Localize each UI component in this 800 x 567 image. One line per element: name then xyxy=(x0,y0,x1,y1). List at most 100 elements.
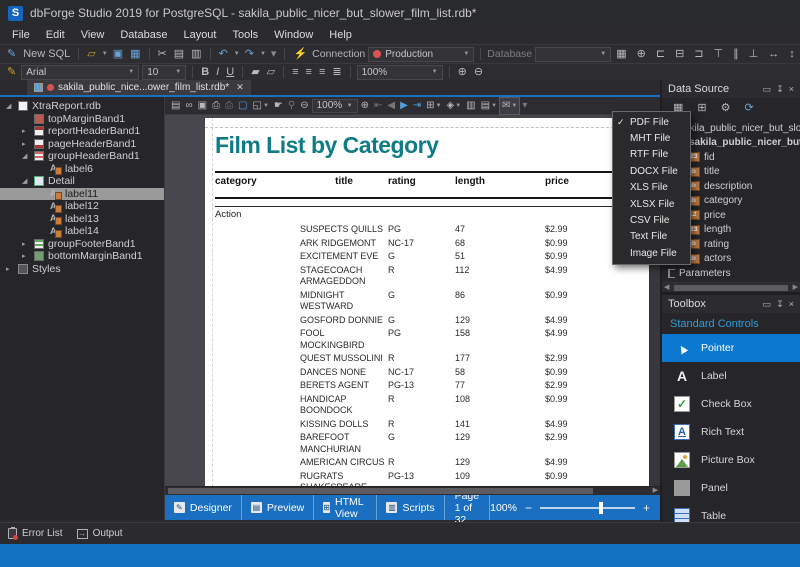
zoom-in-icon[interactable]: ⊕ xyxy=(456,65,469,80)
pin-icon[interactable]: ↧ xyxy=(776,84,784,95)
zoom-in-icon[interactable]: ⊕▼ xyxy=(359,98,371,114)
menu-item[interactable]: Tools xyxy=(224,28,266,42)
new-connection-icon[interactable]: ⚡ xyxy=(291,47,309,62)
previous-page-icon[interactable]: ◀▼ xyxy=(385,98,397,114)
view-tab[interactable]: ▥ Scripts xyxy=(377,495,444,520)
align-rights-icon[interactable]: ⊐ xyxy=(692,47,705,62)
tree-item[interactable]: label14 xyxy=(0,225,164,238)
save-icon[interactable]: ▣ xyxy=(111,47,125,62)
export-menu-item[interactable]: Text File xyxy=(613,229,690,245)
export-menu-item[interactable]: XLSX File xyxy=(613,196,690,212)
database-select[interactable]: ▼ xyxy=(535,47,611,62)
zoom-slider-thumb[interactable] xyxy=(599,502,603,514)
toolbox-item[interactable]: Check Box xyxy=(662,390,800,418)
toolbox-section-header[interactable]: Standard Controls xyxy=(662,313,800,334)
expand-icon[interactable] xyxy=(22,127,30,135)
menu-item[interactable]: Help xyxy=(321,28,360,42)
justify-text-icon[interactable]: ≣ xyxy=(330,65,343,80)
scrollbar-thumb[interactable] xyxy=(674,285,788,291)
underline-button[interactable]: U xyxy=(224,65,236,80)
tree-item[interactable]: topMarginBand1 xyxy=(0,113,164,126)
zoom-out-icon[interactable]: ⊖▼ xyxy=(298,98,310,114)
export-menu-item[interactable]: PDF File xyxy=(613,114,690,130)
undo-icon[interactable]: ↶ xyxy=(217,47,230,62)
menu-item[interactable]: File xyxy=(4,28,38,42)
send-email-icon[interactable]: ✉▼ xyxy=(500,98,519,114)
bold-button[interactable]: B xyxy=(199,65,211,80)
export-menu-item[interactable]: CSV File xyxy=(613,212,690,228)
tree-item[interactable]: bottomMarginBand1 xyxy=(0,250,164,263)
error-list-button[interactable]: Error List xyxy=(8,528,63,539)
open-file-icon[interactable]: ▱ xyxy=(85,47,97,62)
scroll-right-icon[interactable]: ▶ xyxy=(653,487,658,495)
parameters-node[interactable]: Parameters xyxy=(662,266,800,281)
hand-tool-icon[interactable]: ☛▼ xyxy=(272,98,285,114)
close-panel-icon[interactable]: × xyxy=(789,84,794,95)
style-icon[interactable]: ✎ xyxy=(5,65,18,80)
make-same-width-icon[interactable]: ↔ xyxy=(766,47,781,62)
zoom-in-button[interactable]: + xyxy=(643,501,650,515)
last-page-icon[interactable]: ⇥▼ xyxy=(411,98,423,114)
expand-icon[interactable] xyxy=(22,140,30,148)
font-name-select[interactable]: Arial ▼ xyxy=(21,65,139,80)
paste-icon[interactable]: ▥ xyxy=(189,47,203,62)
preview-zoom-select[interactable]: 100% ▼ xyxy=(312,99,358,113)
search-icon[interactable]: ∞▼ xyxy=(183,98,194,114)
scale-icon[interactable]: ◱▼ xyxy=(251,98,271,114)
menu-item[interactable]: Database xyxy=(112,28,175,42)
first-page-icon[interactable]: ⇤▼ xyxy=(372,98,384,114)
tab-close-icon[interactable]: ✕ xyxy=(236,82,244,93)
open-file-dropdown-icon[interactable]: ▼ xyxy=(102,51,108,57)
save-icon[interactable]: ▣▼ xyxy=(196,98,209,114)
view-tab[interactable]: ⊞ HTML View xyxy=(314,495,377,520)
menu-item[interactable]: View xyxy=(73,28,113,42)
view-tab[interactable]: ✎ Designer xyxy=(165,495,242,520)
export-menu-item[interactable]: MHT File xyxy=(613,130,690,146)
edit-query-icon[interactable]: ⊞ xyxy=(695,101,708,116)
zoom-slider[interactable] xyxy=(540,507,635,509)
export-document-icon[interactable]: ▤▼ xyxy=(479,98,499,114)
send-to-back-icon[interactable]: ▱ xyxy=(265,65,277,80)
make-same-height-icon[interactable]: ↕ xyxy=(787,47,797,62)
tree-item[interactable]: XtraReport.rdb xyxy=(0,100,164,113)
align-tops-icon[interactable]: ⊤ xyxy=(712,47,726,62)
zoom-out-icon[interactable]: ⊖ xyxy=(472,65,485,80)
data-source-horizontal-scrollbar[interactable]: ◀ ▶ xyxy=(662,282,800,292)
toolbar-overflow-icon[interactable]: ▾ xyxy=(269,47,279,62)
export-menu-item[interactable]: XLS File xyxy=(613,180,690,196)
new-sql-button[interactable]: New SQL xyxy=(21,47,72,62)
bring-to-front-icon[interactable]: ▰ xyxy=(249,65,261,80)
expand-icon[interactable] xyxy=(22,152,30,160)
tree-item[interactable]: label13 xyxy=(0,213,164,226)
output-button[interactable]: → Output xyxy=(77,528,123,539)
export-menu-item[interactable]: Image File xyxy=(613,245,690,261)
connection-select[interactable]: Production ▼ xyxy=(368,47,474,62)
tree-item[interactable]: Detail xyxy=(0,175,164,188)
toolbox-item[interactable]: Table xyxy=(662,502,800,522)
next-page-icon[interactable]: ▶▼ xyxy=(398,98,410,114)
menu-item[interactable]: Layout xyxy=(175,28,224,42)
expand-icon[interactable] xyxy=(22,177,30,185)
toolbox-item[interactable]: Pointer xyxy=(662,334,800,362)
scroll-left-icon[interactable]: ◀ xyxy=(664,283,669,292)
font-size-select[interactable]: 10 ▼ xyxy=(142,65,186,80)
align-bottoms-icon[interactable]: ⊥ xyxy=(747,47,761,62)
document-tab[interactable]: sakila_public_nice...ower_film_list.rdb*… xyxy=(27,80,251,95)
float-window-icon[interactable]: ▭ xyxy=(763,299,772,310)
zoom-select[interactable]: 100% ▼ xyxy=(357,65,443,80)
horizontal-scrollbar[interactable]: ▶ xyxy=(165,486,660,495)
export-menu-item[interactable]: RTF File xyxy=(613,147,690,163)
multiple-pages-icon[interactable]: ⊞▼ xyxy=(424,98,443,114)
menu-item[interactable]: Window xyxy=(266,28,321,42)
align-text-left-icon[interactable]: ≡ xyxy=(290,65,300,80)
menu-item[interactable]: Edit xyxy=(38,28,73,42)
size-to-grid-icon[interactable]: ▦ xyxy=(614,47,628,62)
expand-icon[interactable] xyxy=(6,102,14,110)
watermark-icon[interactable]: ▥▼ xyxy=(464,98,477,114)
configure-icon[interactable]: ⚙ xyxy=(719,101,733,116)
copy-icon[interactable]: ▤ xyxy=(172,47,186,62)
pin-icon[interactable]: ↧ xyxy=(776,299,784,310)
save-all-icon[interactable]: ▦ xyxy=(128,47,142,62)
tree-item[interactable]: Styles xyxy=(0,263,164,276)
center-in-form-icon[interactable]: ⊕ xyxy=(635,47,648,62)
